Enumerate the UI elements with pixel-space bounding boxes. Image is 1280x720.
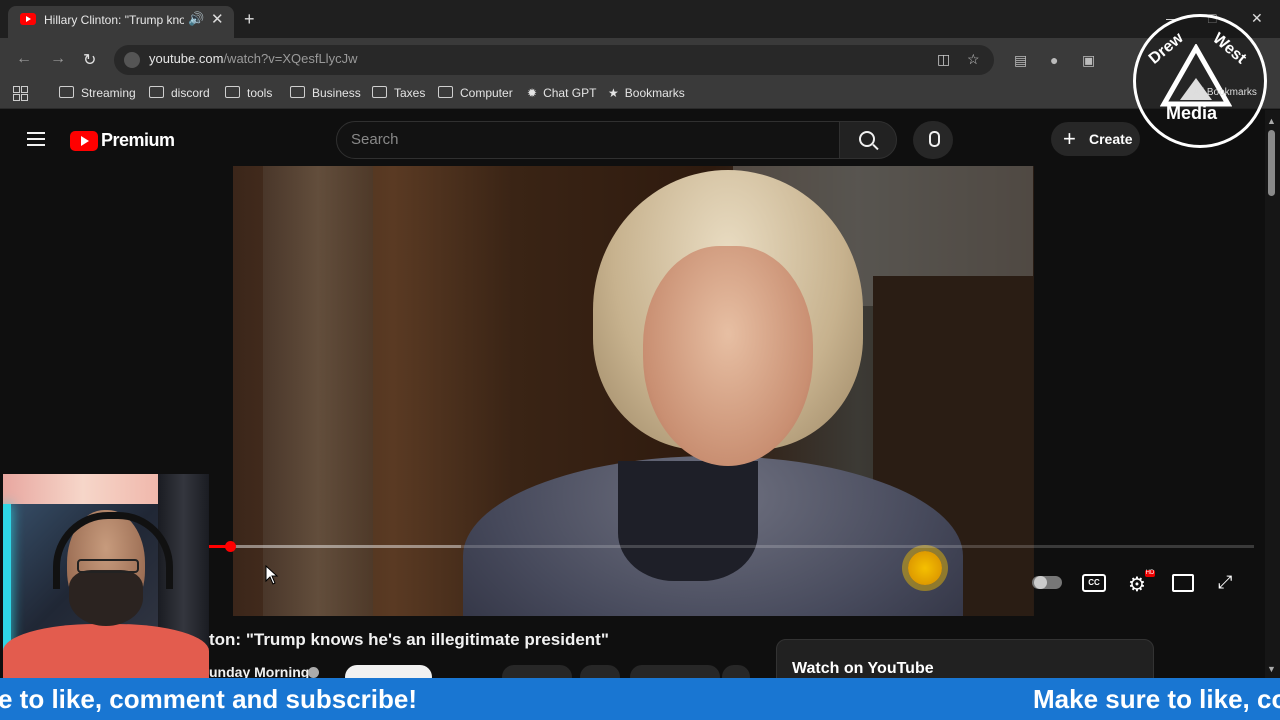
bookmark-bookmarks[interactable]: ★ Bookmarks [608, 86, 685, 100]
bookmark-streaming[interactable]: Streaming [59, 86, 136, 100]
logo-media-text: Media [1166, 103, 1218, 123]
url-host: youtube.com [149, 51, 224, 66]
extension-icon[interactable]: ▤ [1014, 52, 1027, 69]
folder-icon [225, 86, 240, 98]
progress-bar-buffered[interactable] [209, 545, 461, 548]
watch-on-youtube-label: Watch on YouTube [792, 660, 934, 677]
url-text[interactable]: youtube.com/watch?v=XQesfLlycJw [149, 51, 357, 66]
folder-icon [149, 86, 164, 98]
pin-icon[interactable]: ● [1050, 52, 1058, 68]
speaker-icon[interactable]: 🔊 [188, 11, 204, 27]
scrollbar-thumb[interactable] [1268, 130, 1275, 196]
ticker-text-right: Make sure to like, cor [1033, 684, 1280, 714]
captions-icon[interactable]: CC [1082, 574, 1106, 592]
search-placeholder: Search [351, 131, 399, 148]
voice-search-button[interactable] [913, 121, 953, 159]
close-window-icon[interactable]: ✕ [1251, 10, 1263, 27]
back-icon[interactable]: ← [16, 50, 32, 68]
ticker-text-left: e to like, comment and subscribe! [0, 684, 417, 714]
youtube-favicon-icon [20, 13, 36, 25]
settings-gear-icon[interactable]: ⚙ [1128, 572, 1146, 597]
speaker-face [643, 246, 813, 466]
close-tab-icon[interactable]: ✕ [211, 10, 224, 28]
folder-icon [372, 86, 387, 98]
folder-icon [290, 86, 305, 98]
scroll-down-icon[interactable]: ▼ [1267, 664, 1276, 674]
bookmark-discord[interactable]: discord [149, 86, 210, 100]
theater-mode-icon[interactable] [1172, 574, 1194, 592]
bookmark-tools[interactable]: tools [225, 86, 272, 100]
webcam-overlay [3, 474, 209, 678]
new-tab-icon[interactable]: + [244, 9, 255, 29]
video-title: ton: "Trump knows he's an illegitimate p… [209, 630, 609, 649]
menu-icon[interactable] [27, 132, 45, 146]
bookmark-star-icon[interactable]: ☆ [967, 51, 980, 68]
folder-icon [59, 86, 74, 98]
apps-grid-icon[interactable] [13, 86, 28, 101]
progress-bar-unbuffered[interactable] [461, 545, 1254, 548]
create-label: Create [1089, 131, 1133, 147]
webcam-ceiling-light [3, 474, 163, 504]
scroll-up-icon[interactable]: ▲ [1267, 116, 1276, 126]
cbs-sun-logo-icon [908, 551, 942, 585]
progress-scrubber[interactable] [225, 541, 236, 552]
video-column [263, 166, 373, 616]
streamer-shirt [3, 624, 209, 678]
url-path: /watch?v=XQesfLlycJw [223, 51, 358, 66]
bookmark-business[interactable]: Business [290, 86, 361, 100]
youtube-logo-icon[interactable] [70, 131, 98, 151]
speaker-collar [618, 461, 758, 581]
search-icon [859, 131, 875, 147]
install-app-icon[interactable]: ◫ [937, 51, 950, 68]
video-player[interactable] [233, 166, 1034, 616]
verified-icon [308, 667, 319, 678]
microphone-icon [929, 131, 940, 147]
search-button[interactable] [839, 121, 897, 159]
bookmark-taxes[interactable]: Taxes [372, 86, 425, 100]
tab-title: Hillary Clinton: "Trump kno [44, 13, 184, 27]
search-input[interactable] [336, 121, 840, 159]
create-button[interactable]: + Create [1051, 122, 1140, 156]
folder-icon [438, 86, 453, 98]
bookmark-chat-gpt[interactable]: ✹ Chat GPT [527, 86, 596, 100]
reload-icon[interactable]: ↻ [83, 50, 96, 70]
forward-icon[interactable]: → [50, 50, 66, 68]
star-icon: ★ [608, 86, 619, 100]
plus-icon: + [1063, 126, 1076, 151]
hd-badge: HD [1145, 570, 1155, 577]
fullscreen-icon[interactable]: ⤢ [1218, 572, 1232, 593]
site-info-icon[interactable] [124, 52, 140, 68]
youtube-premium-logo[interactable]: Premium [101, 130, 175, 151]
extensions-puzzle-icon[interactable]: ▣ [1082, 52, 1095, 69]
bookmark-computer[interactable]: Computer [438, 86, 513, 100]
chatgpt-icon: ✹ [527, 86, 538, 100]
all-bookmarks-label[interactable]: All Bookmarks [1193, 87, 1257, 98]
autoplay-toggle[interactable] [1032, 576, 1062, 589]
